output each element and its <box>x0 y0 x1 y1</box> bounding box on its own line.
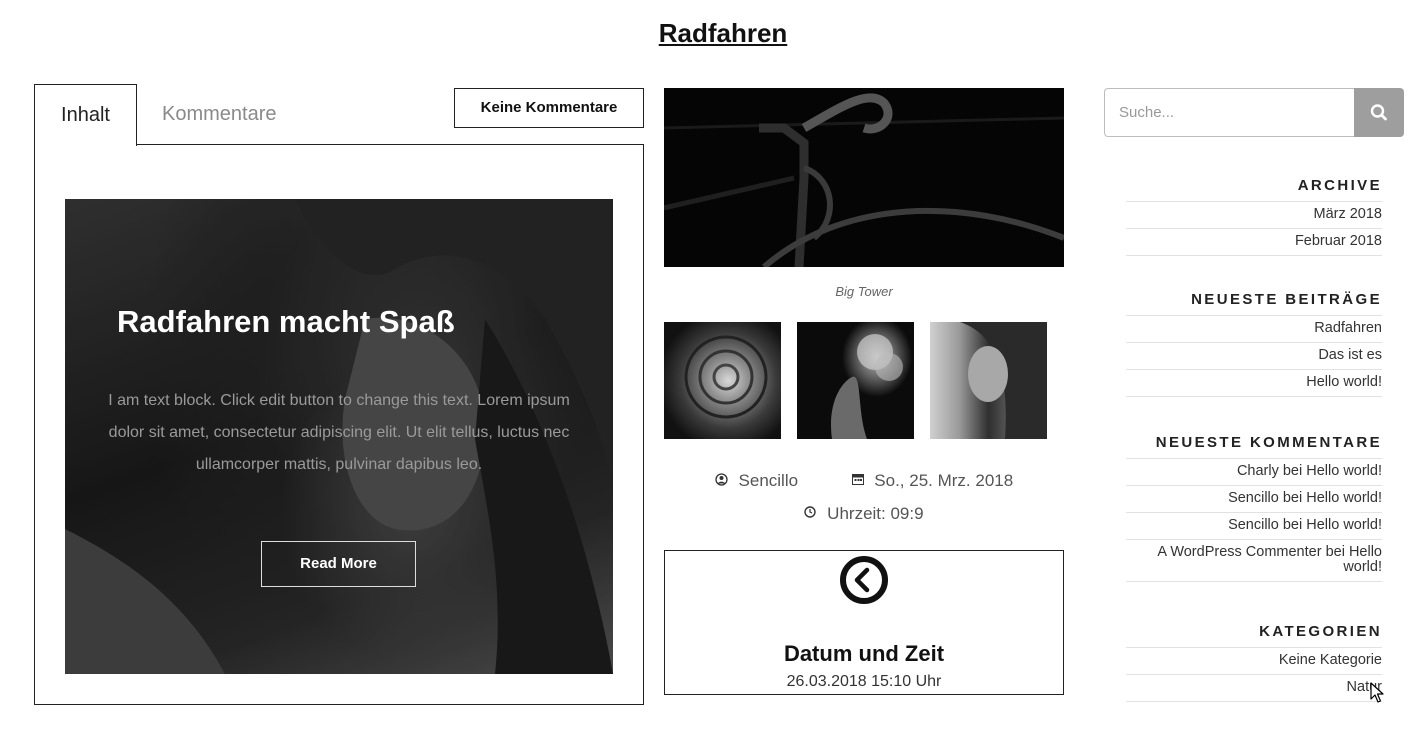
portrait-illustration <box>960 322 1047 439</box>
tab-kommentare[interactable]: Kommentare <box>162 84 277 144</box>
clock-icon <box>804 506 817 521</box>
mouse-cursor-icon <box>1370 682 1384 703</box>
tab-inhalt[interactable]: Inhalt <box>34 84 137 146</box>
archive-item[interactable]: März 2018 <box>1126 202 1382 229</box>
recent-post-item[interactable]: Das ist es <box>1126 343 1382 370</box>
widget-recent-comments: NEUESTE KOMMENTARE Charly bei Hello worl… <box>1126 428 1382 582</box>
smoke-illustration <box>831 334 903 439</box>
hero-banner: Radfahren macht Spaß I am text block. Cl… <box>65 199 613 674</box>
date-time-title: Datum und Zeit <box>783 641 945 666</box>
recent-post-item[interactable]: Hello world! <box>1126 370 1382 397</box>
recent-post-item[interactable]: Radfahren <box>1126 316 1382 343</box>
user-circle-icon <box>715 472 728 489</box>
category-item[interactable]: Natur <box>1126 675 1382 702</box>
search-icon <box>1370 104 1387 121</box>
category-item[interactable]: Keine Kategorie <box>1126 648 1382 675</box>
post-author[interactable]: Sencillo <box>739 471 799 491</box>
featured-image-bike[interactable] <box>664 88 1064 267</box>
date-time-widget: Datum und Zeit 26.03.2018 15:10 Uhr <box>664 550 1064 695</box>
read-more-button[interactable]: Read More <box>261 541 416 587</box>
recent-comment-item[interactable]: Sencillo bei Hello world! <box>1126 486 1382 513</box>
recent-comment-item[interactable]: Sencillo bei Hello world! <box>1126 513 1382 540</box>
widget-title-recent-comments: NEUESTE KOMMENTARE <box>1126 428 1382 459</box>
post-time: Uhrzeit: 09:9 <box>827 503 924 523</box>
widget-recent-posts: NEUESTE BEITRÄGE Radfahren Das ist es He… <box>1126 285 1382 397</box>
back-arrow-circle-icon[interactable] <box>839 555 889 605</box>
recent-comment-item[interactable]: Charly bei Hello world! <box>1126 459 1382 486</box>
search-button[interactable] <box>1354 88 1404 137</box>
tab-panel: Inhalt Kommentare Keine Kommentare Radfa… <box>34 84 644 705</box>
widget-title-categories: KATEGORIEN <box>1126 617 1382 648</box>
calendar-icon <box>851 473 864 488</box>
recent-comment-item[interactable]: A WordPress Commenter bei Hello world! <box>1126 540 1382 582</box>
post-meta: Sencillo So., 25. Mrz. 2018 <box>664 470 1064 491</box>
post-time-row: Uhrzeit: 09:9 <box>664 503 1064 524</box>
widget-title-archive: ARCHIVE <box>1126 171 1382 202</box>
page-title: Radfahren <box>658 18 788 48</box>
no-comments-button[interactable]: Keine Kommentare <box>454 88 644 128</box>
widget-title-recent-posts: NEUESTE BEITRÄGE <box>1126 285 1382 316</box>
hero-text: I am text block. Click edit button to ch… <box>108 392 570 473</box>
date-time-value: 26.03.2018 15:10 Uhr <box>786 673 942 690</box>
hero-title: Radfahren macht Spaß <box>117 304 455 339</box>
image-caption: Big Tower <box>835 284 893 299</box>
search-input[interactable] <box>1104 88 1355 137</box>
rose-illustration <box>684 335 768 419</box>
gallery-thumb-smoke[interactable] <box>797 322 914 439</box>
widget-categories: KATEGORIEN Keine Kategorie Natur <box>1126 617 1382 702</box>
archive-item[interactable]: Februar 2018 <box>1126 229 1382 256</box>
bike-illustration <box>664 93 1064 267</box>
post-date[interactable]: So., 25. Mrz. 2018 <box>874 471 1013 491</box>
gallery-thumb-woman[interactable] <box>930 322 1047 439</box>
gallery-thumb-rose[interactable] <box>664 322 781 439</box>
widget-archive: ARCHIVE März 2018 Februar 2018 <box>1126 171 1382 256</box>
